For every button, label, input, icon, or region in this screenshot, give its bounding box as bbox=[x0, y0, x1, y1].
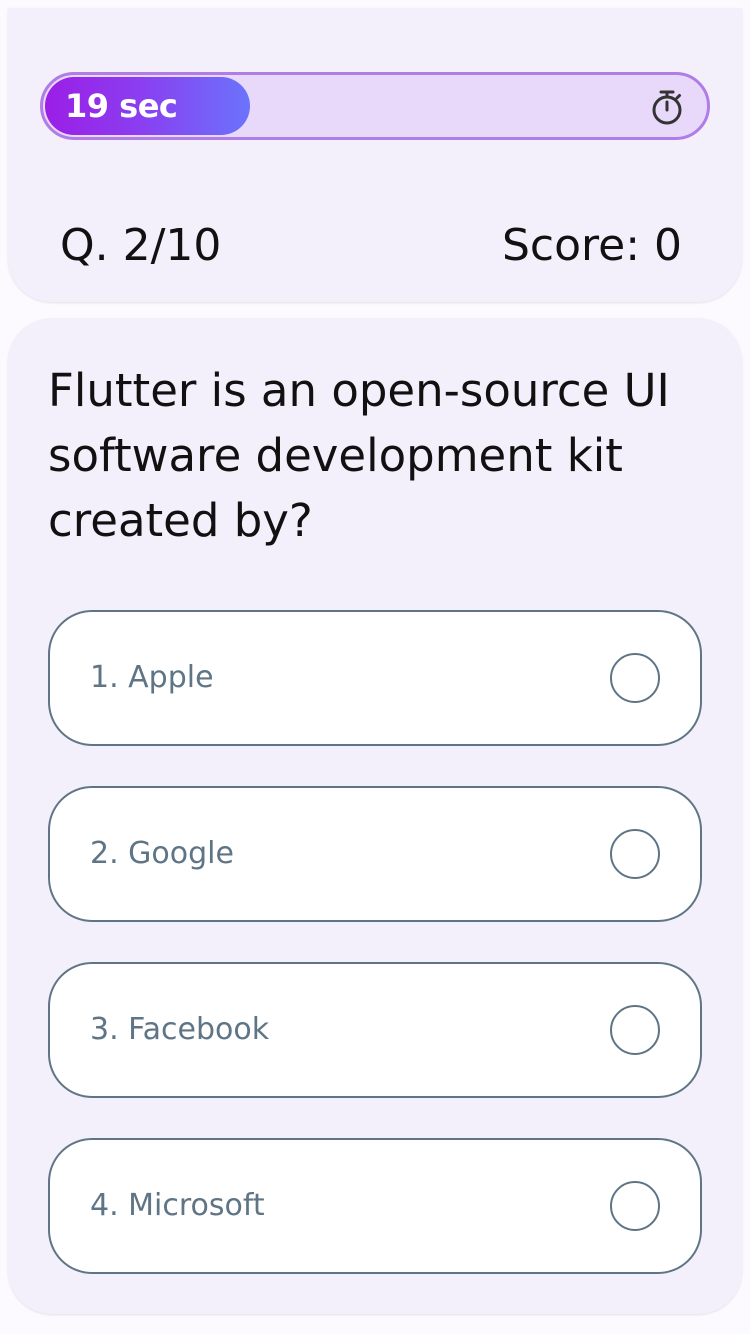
answer-option-label: 3. Facebook bbox=[90, 1012, 270, 1047]
radio-circle-icon[interactable] bbox=[610, 829, 660, 879]
answer-option-1[interactable]: 1. Apple bbox=[48, 610, 702, 746]
radio-circle-icon[interactable] bbox=[610, 1181, 660, 1231]
stopwatch-icon bbox=[652, 90, 682, 125]
question-text: Flutter is an open-source UI software de… bbox=[48, 364, 670, 547]
answer-option-3[interactable]: 3. Facebook bbox=[48, 962, 702, 1098]
answer-option-label: 4. Microsoft bbox=[90, 1188, 265, 1223]
answer-option-label: 1. Apple bbox=[90, 660, 214, 695]
answer-option-4[interactable]: 4. Microsoft bbox=[48, 1138, 702, 1274]
timer-progress-bar: 19 sec bbox=[40, 72, 710, 140]
radio-circle-icon[interactable] bbox=[610, 1005, 660, 1055]
quiz-header-card: 19 sec Q. 2/10 Score: 0 bbox=[8, 8, 742, 302]
answer-option-label: 2. Google bbox=[90, 836, 234, 871]
question-counter: Q. 2/10 bbox=[60, 220, 222, 271]
timer-label: 19 sec bbox=[65, 87, 178, 125]
score-label: Score: 0 bbox=[501, 220, 682, 271]
answer-option-2[interactable]: 2. Google bbox=[48, 786, 702, 922]
radio-circle-icon[interactable] bbox=[610, 653, 660, 703]
question-card: Flutter is an open-source UI software de… bbox=[8, 318, 742, 1314]
